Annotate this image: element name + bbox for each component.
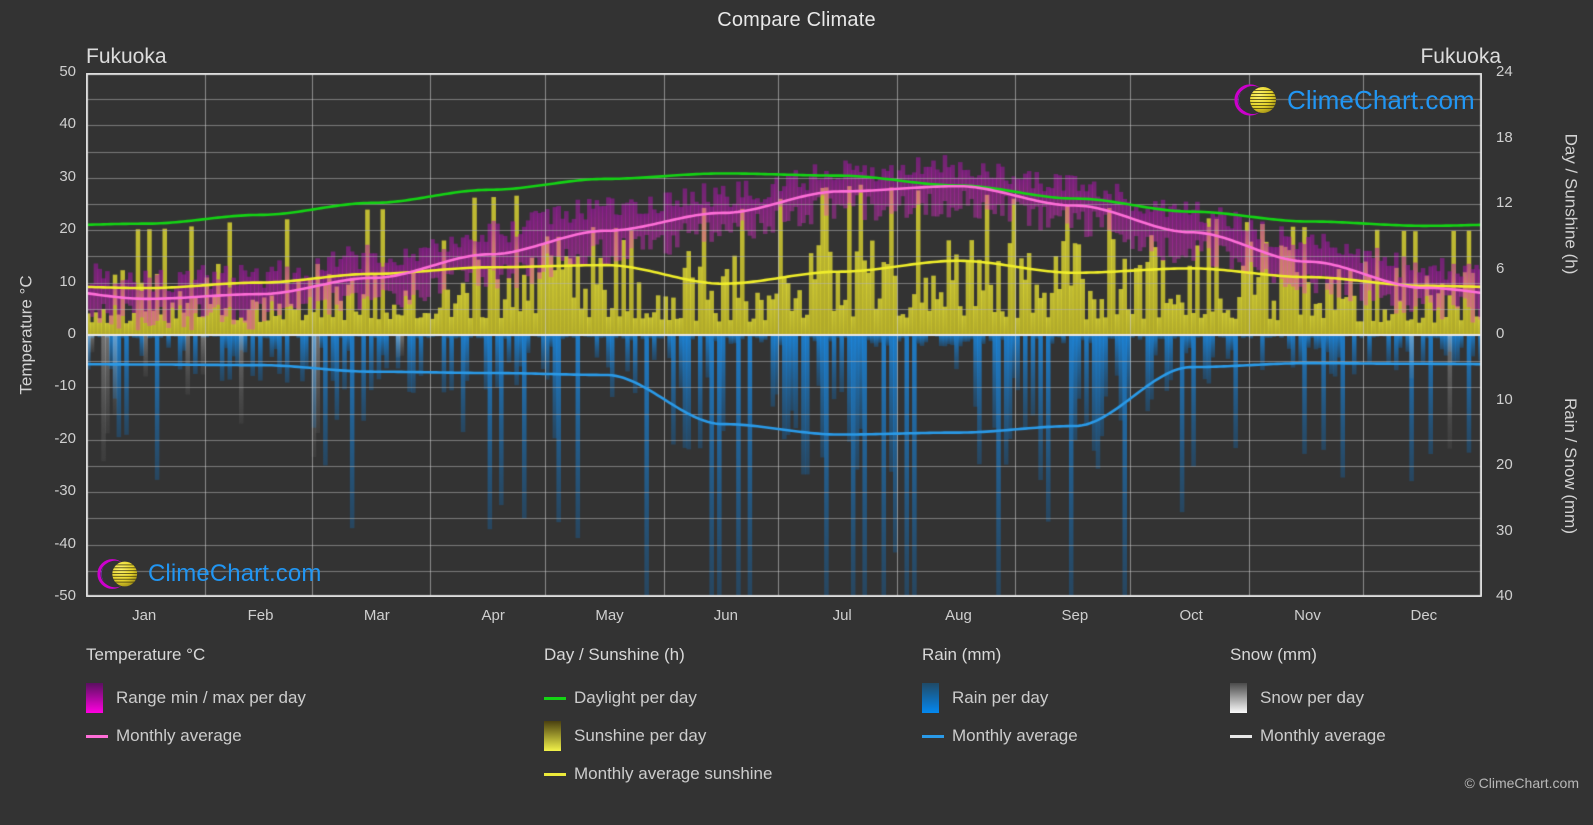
y-tick-right-bottom: 30 [1496,521,1513,539]
y-tick-left: 40 [59,115,76,133]
y-tick-left: -30 [54,482,76,500]
legend-item[interactable]: Monthly average [1230,717,1386,755]
climechart-logo-text-top: ClimeChart.com [1287,84,1475,115]
legend-item-label: Monthly average sunshine [574,764,773,783]
x-tick-nov: Nov [1294,607,1321,624]
legend-swatch-line [922,734,944,738]
x-tick-jan: Jan [132,607,157,624]
legend-swatch-line [544,696,566,700]
legend-item[interactable]: Monthly average [922,717,1078,755]
y-tick-right-top: 18 [1496,128,1513,146]
copyright-label: © ClimeChart.com [1464,775,1579,791]
climate-plot-canvas [86,73,1482,597]
legend-item-label: Range min / max per day [116,688,306,707]
y-tick-right-top: 6 [1496,259,1505,277]
legend-group-title: Day / Sunshine (h) [544,645,685,664]
y-tick-left: 0 [67,325,76,342]
chart-legend: © ClimeChart.com Temperature °C Range min… [0,645,1593,805]
x-tick-jul: Jul [832,607,852,624]
legend-item-label: Snow per day [1260,688,1364,707]
y-tick-left: -40 [54,534,76,552]
legend-item-label: Daylight per day [574,688,697,707]
legend-group-title: Snow (mm) [1230,645,1317,664]
y-tick-right-top: 0 [1496,325,1505,342]
y-axis-title-right-top-text: Day / Sunshine (h) [1561,133,1581,275]
legend-swatch-line-bar [1230,734,1252,738]
legend-item[interactable]: Rain per day [922,679,1078,717]
legend-item-label: Monthly average [952,726,1078,745]
x-tick-dec: Dec [1410,607,1438,624]
climechart-logo-bottom: ClimeChart.com [96,553,321,595]
y-axis-title-right-bottom-text: Rain / Snow (mm) [1561,397,1580,535]
y-tick-left: 10 [59,272,76,290]
y-axis-title-right-bottom: Rain / Snow (mm) [1557,335,1583,597]
x-tick-aug: Aug [945,607,972,624]
legend-swatch-line-bar [544,696,566,700]
y-tick-left: -10 [54,377,76,395]
legend-swatch-box [922,683,939,713]
legend-item-label: Monthly average [116,726,242,745]
climechart-logo-top: ClimeChart.com [1233,78,1475,122]
legend-swatch-line-bar [922,734,944,738]
legend-item-label: Sunshine per day [574,726,707,745]
legend-swatch-box [544,721,561,751]
location-label-left: Fukuoka [86,45,167,68]
legend-item[interactable]: Range min / max per day [86,679,306,717]
location-label-right: Fukuoka [1420,45,1501,68]
x-tick-apr: Apr [481,607,505,624]
legend-group-rain-mm: Rain (mm) Rain per day Monthly average [922,645,1078,755]
legend-swatch-line-bar [544,772,566,776]
legend-swatch-box [86,683,103,713]
x-tick-feb: Feb [247,607,274,624]
y-tick-left: 50 [59,63,76,80]
legend-swatch-line-bar [86,734,108,738]
legend-item-label: Monthly average [1260,726,1386,745]
y-tick-right-top: 12 [1496,194,1513,211]
legend-group-snow-mm: Snow (mm) Snow per day Monthly average [1230,645,1386,755]
climechart-logo-icon-bottom [97,559,138,589]
legend-item[interactable]: Daylight per day [544,679,772,717]
legend-swatch-line [86,734,108,738]
climechart-logo-icon [1234,84,1276,116]
legend-swatch-line [1230,734,1252,738]
legend-group-day-sunshine-h: Day / Sunshine (h) Daylight per day Sunshi… [544,645,772,793]
legend-group-title: Rain (mm) [922,645,1002,664]
x-tick-sep: Sep [1061,607,1089,624]
climate-chart-page: Compare Climate Fukuoka Fukuoka Temperat… [0,0,1593,825]
legend-item[interactable]: Sunshine per day [544,717,772,755]
plot-area [86,73,1482,597]
legend-item-label: Rain per day [952,688,1049,707]
legend-item[interactable]: Snow per day [1230,679,1386,717]
legend-group-temperature-c: Temperature °C Range min / max per day Mon… [86,645,306,755]
x-tick-oct: Oct [1179,607,1203,624]
legend-group-title: Temperature °C [86,645,206,664]
y-tick-left: -20 [54,429,76,447]
y-tick-left: 20 [59,220,76,238]
legend-item[interactable]: Monthly average [86,717,306,755]
x-tick-may: May [595,607,624,624]
legend-swatch-line [544,772,566,776]
x-tick-mar: Mar [363,607,390,624]
y-tick-left: 30 [59,167,76,185]
climechart-logo-text-bottom: ClimeChart.com [148,560,322,587]
y-axis-title-right-top: Day / Sunshine (h) [1557,73,1583,335]
page-title: Compare Climate [717,9,876,31]
y-tick-left: -50 [54,587,76,604]
legend-swatch-box [1230,683,1247,713]
y-tick-right-bottom: 40 [1496,587,1513,604]
y-tick-right-bottom: 10 [1496,390,1513,408]
y-tick-right-top: 24 [1496,63,1513,80]
y-tick-right-bottom: 20 [1496,456,1513,473]
legend-item[interactable]: Monthly average sunshine [544,755,772,793]
x-tick-jun: Jun [713,607,738,624]
